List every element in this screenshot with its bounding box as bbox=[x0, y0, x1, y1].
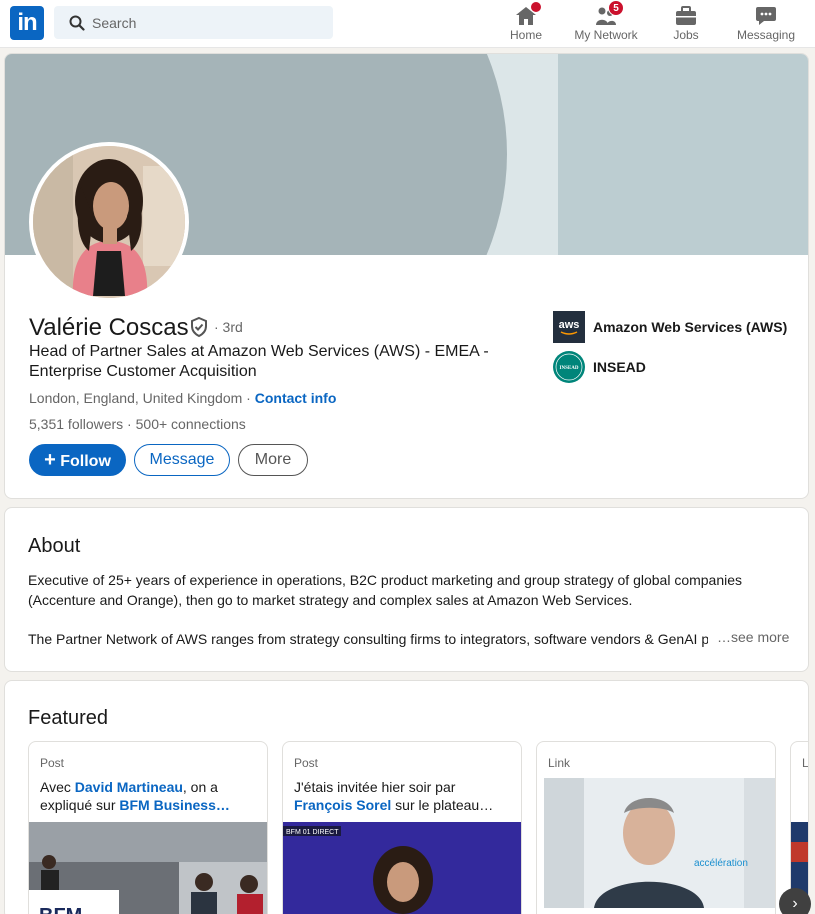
mention-link[interactable]: BFM Business… bbox=[119, 797, 229, 813]
about-paragraph: Executive of 25+ years of experience in … bbox=[28, 572, 743, 608]
text: Avec bbox=[40, 779, 75, 795]
mention-link[interactable]: David Martineau bbox=[75, 779, 183, 795]
follow-button[interactable]: + Follow bbox=[29, 444, 126, 476]
featured-title: Featured bbox=[28, 707, 109, 729]
separator: · bbox=[242, 390, 255, 406]
thumb-label: accélération bbox=[694, 858, 748, 869]
profile-card: Valérie Coscas · 3rd Head of Partner Sal… bbox=[4, 53, 809, 499]
featured-kind: Post bbox=[294, 756, 319, 770]
featured-thumbnail: accélération bbox=[544, 778, 775, 908]
featured-item[interactable]: Post Avec David Martineau, on a expliqué… bbox=[28, 741, 268, 914]
about-card: About Executive of 25+ years of experien… bbox=[4, 507, 809, 672]
about-title: About bbox=[28, 535, 81, 557]
carousel-next-button[interactable]: › bbox=[779, 888, 811, 914]
nav-label: Home bbox=[509, 28, 542, 42]
nav-label: My Network bbox=[574, 28, 638, 42]
featured-card: Featured Post Avec David Martineau, on a… bbox=[4, 680, 809, 914]
network-badge: 5 bbox=[608, 0, 624, 16]
plus-icon: + bbox=[44, 449, 56, 471]
logo-text: INSEAD bbox=[560, 366, 579, 371]
profile-location-row: London, England, United Kingdom · Contac… bbox=[29, 390, 336, 406]
nav-my-network[interactable]: 5 My Network bbox=[570, 0, 642, 48]
search-icon bbox=[69, 15, 85, 31]
featured-thumbnail: BFM 01 DIRECT bbox=[283, 822, 521, 914]
see-more-link[interactable]: …see more bbox=[717, 629, 789, 645]
featured-kind: Link bbox=[548, 756, 571, 770]
logo-text: aws bbox=[559, 319, 580, 331]
featured-item[interactable]: Link accélération bbox=[536, 741, 776, 914]
briefcase-icon bbox=[676, 6, 696, 25]
profile-name: Valérie Coscas bbox=[29, 314, 189, 341]
thumb-label: BFM bbox=[39, 905, 82, 914]
featured-text: J'étais invitée hier soir par François S… bbox=[294, 778, 514, 814]
text: J'étais invitée hier soir par bbox=[294, 779, 456, 795]
connection-degree: · 3rd bbox=[214, 319, 243, 335]
profile-photo[interactable] bbox=[29, 142, 189, 302]
verified-shield-icon[interactable] bbox=[188, 316, 210, 338]
featured-thumbnail: BFM bbox=[29, 822, 267, 914]
nav-label: Jobs bbox=[673, 28, 699, 42]
search-box[interactable] bbox=[54, 6, 333, 39]
aws-logo: aws bbox=[553, 311, 585, 343]
nav-home[interactable]: Home bbox=[502, 0, 550, 48]
more-button[interactable]: More bbox=[238, 444, 308, 476]
org-name: Amazon Web Services (AWS) bbox=[593, 319, 788, 335]
contact-info-link[interactable]: Contact info bbox=[255, 390, 337, 406]
org-name: INSEAD bbox=[593, 359, 646, 375]
separator: · bbox=[123, 416, 136, 432]
featured-item[interactable]: Post J'étais invitée hier soir par Franç… bbox=[282, 741, 522, 914]
followers-count: 5,351 followers bbox=[29, 416, 124, 432]
message-button[interactable]: Message bbox=[134, 444, 230, 476]
nav-messaging[interactable]: Messaging bbox=[735, 0, 797, 48]
profile-headline: Head of Partner Sales at Amazon Web Serv… bbox=[29, 343, 489, 380]
thumb-label: BFM 01 DIRECT bbox=[286, 829, 339, 836]
about-paragraph: The Partner Network of AWS ranges from s… bbox=[28, 631, 708, 647]
home-notification-dot bbox=[530, 1, 542, 13]
nav-label: Messaging bbox=[736, 28, 796, 42]
profile-location: London, England, United Kingdom bbox=[29, 390, 243, 406]
search-input[interactable] bbox=[92, 6, 322, 39]
mention-link[interactable]: François Sorel bbox=[294, 797, 391, 813]
text: sur le plateau… bbox=[391, 797, 494, 813]
featured-text: Avec David Martineau, on a expliqué sur … bbox=[40, 778, 260, 814]
insead-logo: INSEAD bbox=[553, 351, 585, 383]
global-nav: in Home 5 My Network Jobs bbox=[0, 0, 815, 48]
linkedin-logo[interactable]: in bbox=[10, 6, 44, 40]
chat-bubble-icon bbox=[756, 7, 776, 25]
profile-photo-illustration bbox=[33, 146, 185, 298]
profile-stats: 5,351 followers · 500+ connections bbox=[29, 416, 246, 432]
featured-kind: L bbox=[802, 756, 809, 770]
connections-count[interactable]: 500+ connections bbox=[136, 416, 246, 432]
featured-kind: Post bbox=[40, 756, 65, 770]
follow-label: Follow bbox=[60, 453, 111, 470]
nav-jobs[interactable]: Jobs bbox=[662, 0, 710, 48]
